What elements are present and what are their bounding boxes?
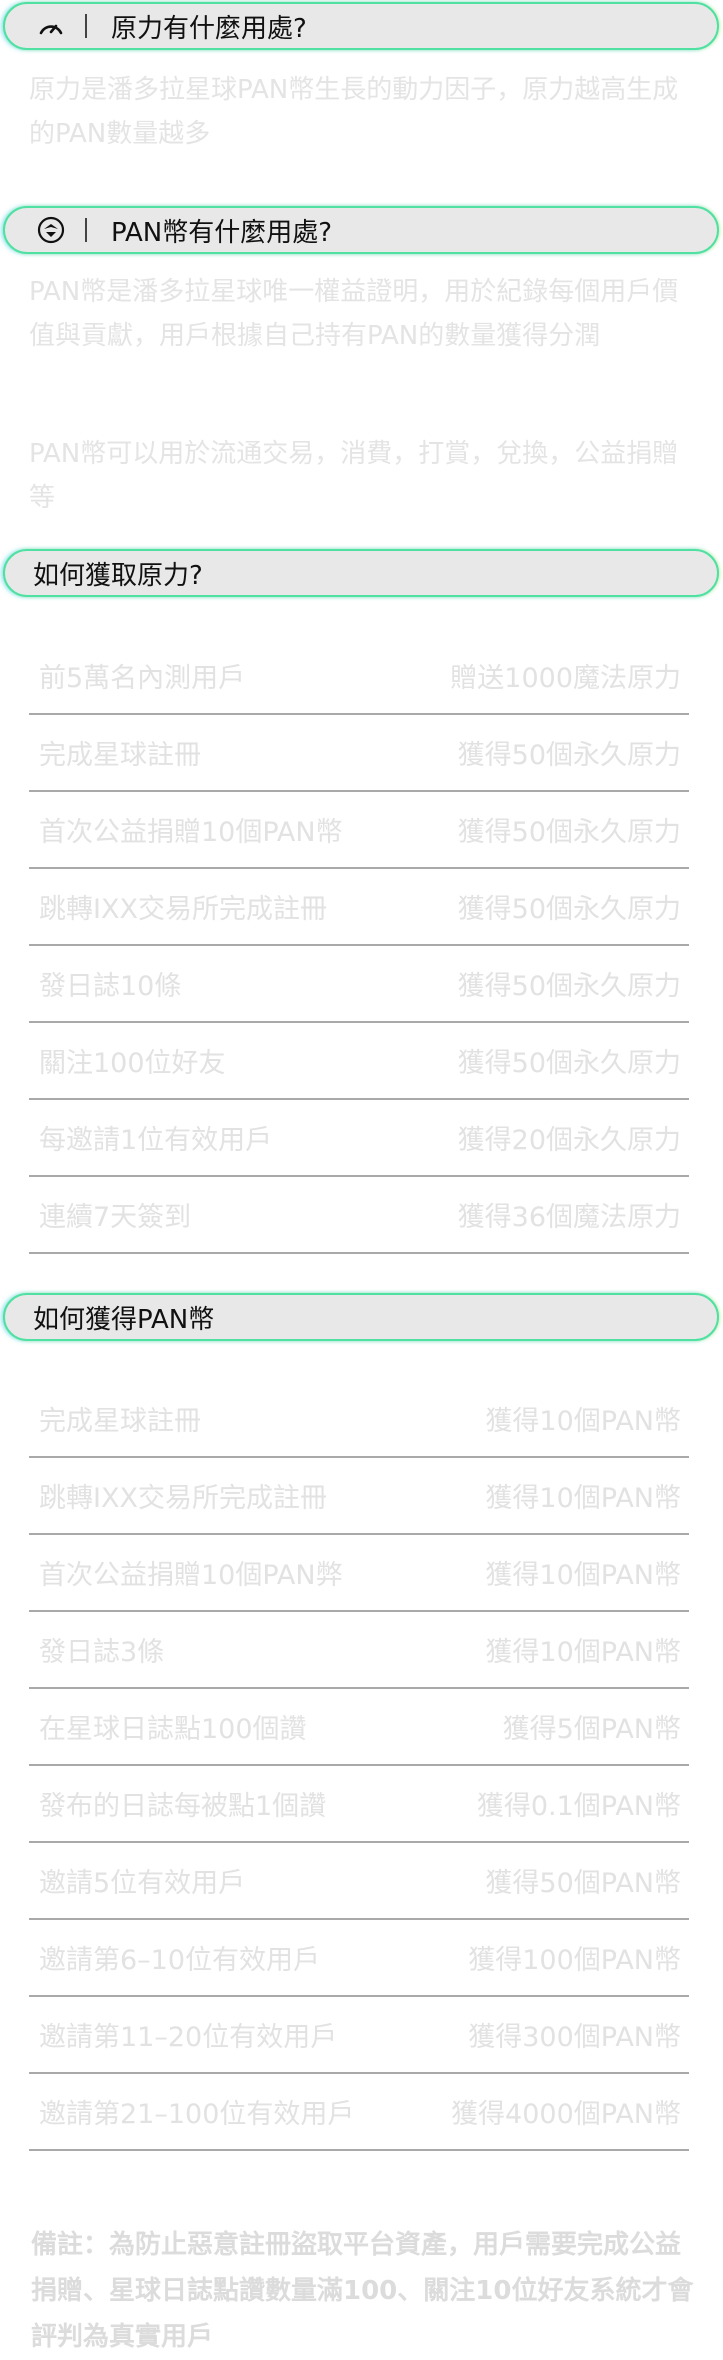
task-reward: 獲得100個PAN幣 [468,1945,681,1976]
task-label: 完成星球註冊 [39,1406,201,1437]
header-divider [85,14,87,38]
task-label: 在星球日誌點100個讚 [39,1714,307,1745]
task-label: 邀請第11–20位有效用戶 [39,2022,338,2053]
section-title: 如何獲得PAN幣 [33,1304,215,1335]
task-reward: 獲得50個永久原力 [457,1048,681,1079]
task-reward: 獲得50個永久原力 [457,971,681,1002]
task-reward: 獲得50個永久原力 [457,817,681,848]
table-row: 前5萬名內測用戶 贈送1000魔法原力 [29,638,689,715]
table-row: 邀請5位有效用戶 獲得50個PAN幣 [29,1843,689,1920]
task-reward: 獲得10個PAN幣 [485,1560,681,1591]
pan-use-description-1: PAN幣是潘多拉星球唯一權益證明，用於紀錄每個用戶價值與貢獻，用戶根據自己持有P… [29,277,679,351]
task-reward: 獲得50個永久原力 [457,894,681,925]
verification-note: 備註：為防止惡意註冊盜取平台資產，用戶需要完成公益捐贈、星球日誌點讚數量滿100… [31,2230,694,2352]
task-reward: 獲得300個PAN幣 [468,2022,681,2053]
pan-use-description-2: PAN幣可以用於流通交易，消費，打賞，兌換，公益捐贈等 [29,439,679,513]
task-reward: 獲得10個PAN幣 [485,1637,681,1668]
task-reward: 獲得50個永久原力 [457,740,681,771]
task-reward: 贈送1000魔法原力 [450,663,681,694]
task-label: 邀請第21–100位有效用戶 [39,2099,355,2130]
task-reward: 獲得5個PAN幣 [502,1714,681,1745]
section-header-get-pan: 如何獲得PAN幣 [3,1293,719,1341]
force-use-description: 原力是潘多拉星球PAN幣生長的動力因子，原力越高生成的PAN數量越多 [29,75,679,149]
table-row: 每邀請1位有效用戶 獲得20個永久原力 [29,1100,689,1177]
section-title: PAN幣有什麼用處? [111,217,333,248]
header-divider [85,218,87,242]
task-label: 首次公益捐贈10個PAN幣 [39,817,343,848]
table-row: 邀請第21–100位有效用戶 獲得4000個PAN幣 [29,2074,689,2151]
task-reward: 獲得10個PAN幣 [485,1406,681,1437]
task-reward: 獲得10個PAN幣 [485,1483,681,1514]
table-row: 跳轉IXX交易所完成註冊 獲得50個永久原力 [29,869,689,946]
table-row: 連續7天簽到 獲得36個魔法原力 [29,1177,689,1254]
task-reward: 獲得4000個PAN幣 [451,2099,681,2130]
task-label: 發日誌3條 [39,1637,165,1668]
task-label: 跳轉IXX交易所完成註冊 [39,1483,327,1514]
task-label: 邀請5位有效用戶 [39,1868,246,1899]
table-row: 跳轉IXX交易所完成註冊 獲得10個PAN幣 [29,1458,689,1535]
section-header-force-use: 原力有什麼用處? [3,2,719,50]
table-row: 關注100位好友 獲得50個永久原力 [29,1023,689,1100]
table-row: 完成星球註冊 獲得50個永久原力 [29,715,689,792]
task-reward: 獲得20個永久原力 [457,1125,681,1156]
section-title: 原力有什麼用處? [111,13,307,44]
task-label: 完成星球註冊 [39,740,201,771]
table-row: 發布的日誌每被點1個讚 獲得0.1個PAN幣 [29,1766,689,1843]
pan-coin-icon [33,212,69,248]
table-row: 邀請第11–20位有效用戶 獲得300個PAN幣 [29,1997,689,2074]
table-row: 完成星球註冊 獲得10個PAN幣 [29,1381,689,1458]
table-row: 發日誌10條 獲得50個永久原力 [29,946,689,1023]
table-row: 首次公益捐贈10個PAN幣 獲得50個永久原力 [29,792,689,869]
table-row: 在星球日誌點100個讚 獲得5個PAN幣 [29,1689,689,1766]
task-reward: 獲得36個魔法原力 [457,1202,681,1233]
task-label: 首次公益捐贈10個PAN弊 [39,1560,343,1591]
task-reward: 獲得50個PAN幣 [485,1868,681,1899]
table-row: 首次公益捐贈10個PAN弊 獲得10個PAN幣 [29,1535,689,1612]
table-row: 發日誌3條 獲得10個PAN幣 [29,1612,689,1689]
task-reward: 獲得0.1個PAN幣 [476,1791,681,1822]
section-header-get-force: 如何獲取原力? [3,549,719,597]
task-label: 前5萬名內測用戶 [39,663,246,694]
task-label: 跳轉IXX交易所完成註冊 [39,894,327,925]
task-label: 邀請第6–10位有效用戶 [39,1945,321,1976]
task-label: 連續7天簽到 [39,1202,192,1233]
section-header-pan-use: PAN幣有什麼用處? [3,206,719,254]
task-label: 關注100位好友 [39,1048,226,1079]
task-label: 每邀請1位有效用戶 [39,1125,273,1156]
gauge-icon [33,8,69,44]
task-label: 發布的日誌每被點1個讚 [39,1791,327,1822]
table-row: 邀請第6–10位有效用戶 獲得100個PAN幣 [29,1920,689,1997]
section-title: 如何獲取原力? [33,560,203,591]
task-label: 發日誌10條 [39,971,182,1002]
